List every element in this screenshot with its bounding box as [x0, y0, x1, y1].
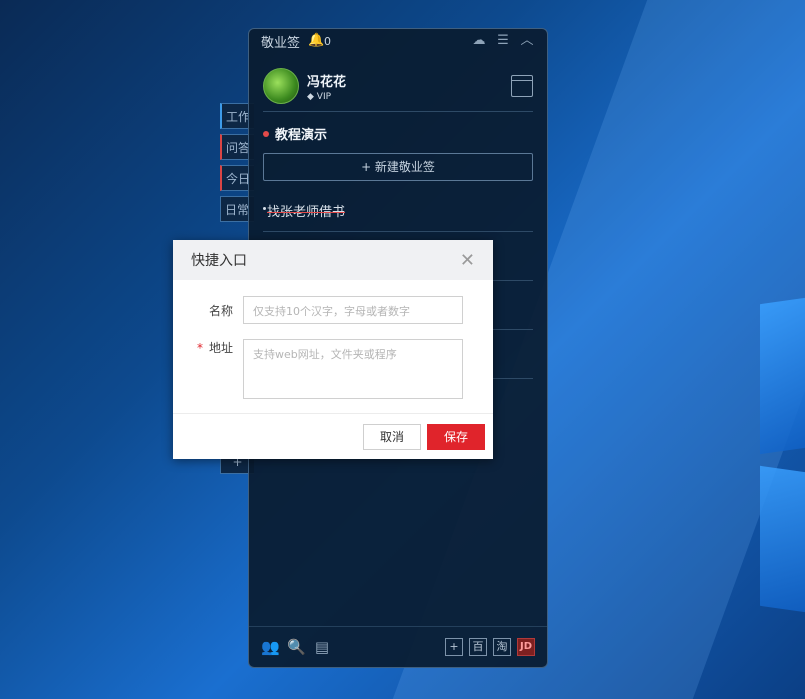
new-note-button[interactable]: + 新建敬业签 [263, 153, 533, 181]
jd-shortcut-button[interactable]: JD [517, 638, 535, 656]
name-input[interactable]: 仅支持10个汉字，字母或者数字 [243, 296, 463, 324]
dialog-header: 快捷入口 ✕ [173, 240, 493, 280]
bell-icon[interactable]: 🔔 [308, 33, 324, 49]
vip-badge: ◆ VIP [307, 91, 332, 102]
baidu-shortcut-button[interactable]: 百 [469, 638, 487, 656]
cancel-button[interactable]: 取消 [363, 424, 421, 450]
dialog-footer: 取消 保存 [173, 413, 493, 459]
group-dot-icon [263, 130, 269, 137]
menu-icon[interactable]: ☰ [495, 33, 511, 49]
contacts-icon[interactable]: 👥 [261, 638, 280, 656]
required-mark: * [196, 341, 203, 355]
name-label: 名称 [208, 304, 233, 318]
task-item[interactable]: 找张老师借书 [249, 181, 547, 220]
user-name: 冯花花 [307, 74, 347, 90]
cloud-sync-icon[interactable]: ☁ [471, 33, 487, 49]
task-text: 找张老师借书 [267, 205, 346, 220]
notification-count: 0 [324, 34, 332, 48]
avatar[interactable] [263, 68, 299, 104]
group-title: 教程演示 [275, 128, 328, 143]
calendar-icon[interactable] [511, 75, 533, 97]
user-profile: 冯花花 ◆ VIP [249, 53, 547, 111]
group-header: 教程演示 [249, 112, 547, 143]
collapse-icon[interactable]: ︿ [519, 33, 535, 49]
divider [263, 231, 533, 232]
dialog-title: 快捷入口 [191, 253, 247, 269]
bottom-toolbar: 👥 🔍 ▤ + 百 淘 JD [249, 626, 547, 667]
add-shortcut-button[interactable]: + [445, 638, 463, 656]
save-button[interactable]: 保存 [427, 424, 485, 450]
address-input[interactable]: 支持web网址，文件夹或程序 [243, 339, 463, 399]
search-icon[interactable]: 🔍 [287, 638, 306, 656]
taobao-shortcut-button[interactable]: 淘 [493, 638, 511, 656]
quick-entry-dialog: 快捷入口 ✕ 名称 仅支持10个汉字，字母或者数字 * 地址 支持web网址，文件… [173, 240, 493, 459]
name-placeholder: 仅支持10个汉字，字母或者数字 [253, 305, 410, 318]
title-bar: 敬业签 🔔 0 ☁ ☰ ︿ [249, 29, 547, 53]
notes-icon[interactable]: ▤ [313, 638, 331, 656]
address-placeholder: 支持web网址，文件夹或程序 [253, 348, 397, 361]
app-title: 敬业签 [261, 35, 301, 51]
close-icon[interactable]: ✕ [460, 250, 475, 271]
address-label: * 地址 [196, 341, 233, 355]
